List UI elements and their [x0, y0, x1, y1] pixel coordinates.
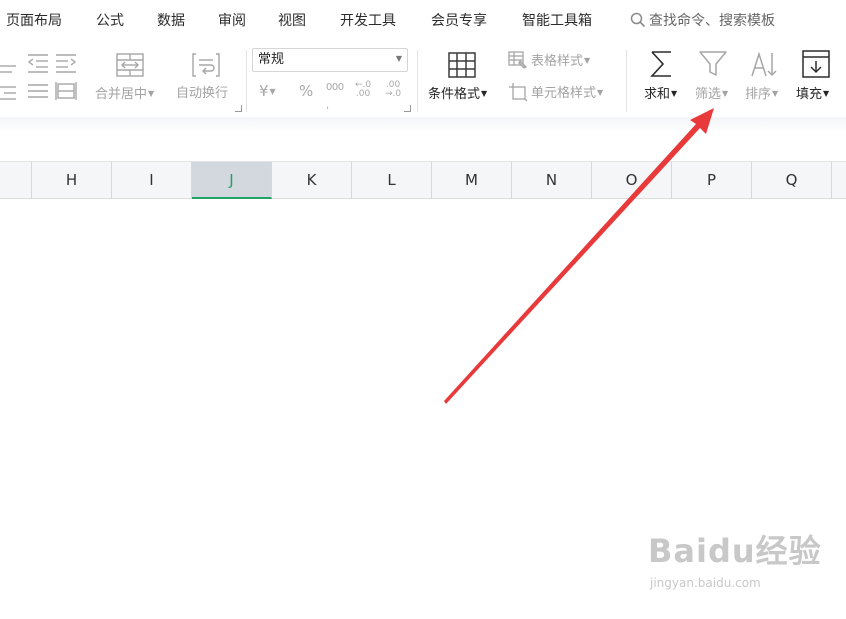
chevron-down-icon: ▼: [395, 54, 402, 63]
menu-formulas[interactable]: 公式: [96, 11, 124, 31]
merge-center-button[interactable]: 合并居中▼: [95, 85, 154, 104]
menu-member[interactable]: 会员专享: [431, 11, 487, 31]
ribbon-shadow: [0, 117, 846, 133]
column-header-partial[interactable]: [832, 162, 846, 199]
menu-view[interactable]: 视图: [278, 11, 306, 31]
column-header-k[interactable]: K: [272, 162, 352, 199]
conditional-format-icon[interactable]: [447, 51, 477, 79]
cell-style-button[interactable]: 单元格样式▼: [531, 84, 603, 103]
filter-label: 筛选: [695, 87, 722, 102]
decrease-decimal-button[interactable]: .00 →.0: [385, 81, 401, 99]
column-header-partial[interactable]: [0, 162, 32, 199]
increase-decimal-bottom: .00: [355, 89, 371, 99]
menu-developer[interactable]: 开发工具: [340, 11, 396, 31]
column-header-bar: H I J K L M N O P Q: [0, 161, 846, 199]
menu-smart-tools[interactable]: 智能工具箱: [522, 11, 592, 31]
percent-format-button[interactable]: %: [299, 82, 313, 100]
filter-icon[interactable]: [698, 50, 728, 78]
sort-label: 排序: [745, 87, 772, 102]
menu-review[interactable]: 审阅: [218, 11, 246, 31]
ribbon-separator: [417, 50, 418, 112]
formula-bar-area: [0, 133, 846, 161]
wrap-text-icon[interactable]: [191, 52, 221, 78]
chevron-down-icon: ▼: [823, 89, 830, 98]
sort-icon[interactable]: [750, 50, 780, 78]
chevron-down-icon: ▼: [584, 56, 591, 65]
currency-symbol: ¥: [259, 82, 269, 100]
chevron-down-icon: ▼: [481, 89, 488, 98]
chevron-down-icon: ▼: [269, 87, 276, 96]
alignment-icons: [0, 54, 77, 100]
sum-label: 求和: [644, 87, 671, 102]
chevron-down-icon: ▼: [772, 89, 779, 98]
currency-format-button[interactable]: ¥▼: [259, 82, 276, 101]
watermark-main: Baidu经验: [648, 532, 822, 570]
sum-button[interactable]: 求和▼: [644, 85, 677, 104]
merge-center-icon[interactable]: [115, 52, 145, 78]
watermark-sub: jingyan.baidu.com: [650, 576, 761, 590]
table-style-button[interactable]: 表格样式▼: [531, 52, 590, 71]
fill-icon[interactable]: [801, 49, 831, 79]
menu-data[interactable]: 数据: [157, 11, 185, 31]
baidu-watermark: Baidu经验 jingyan.baidu.com: [648, 527, 828, 597]
chevron-down-icon: ▼: [148, 89, 155, 98]
search-placeholder: 查找命令、搜索模板: [649, 13, 775, 29]
column-header-j[interactable]: J: [192, 162, 272, 199]
column-header-q[interactable]: Q: [752, 162, 832, 199]
menu-page-layout[interactable]: 页面布局: [6, 11, 62, 31]
chevron-down-icon: ▼: [597, 88, 604, 97]
thousands-symbol: 000: [326, 82, 344, 93]
column-header-i[interactable]: I: [112, 162, 192, 199]
number-format-select[interactable]: 常规 ▼: [252, 48, 408, 72]
cell-style-label: 单元格样式: [531, 86, 597, 101]
cell-style-icon[interactable]: [508, 82, 528, 102]
ribbon-separator: [246, 50, 247, 112]
conditional-format-button[interactable]: 条件格式▼: [428, 85, 487, 104]
column-header-l[interactable]: L: [352, 162, 432, 199]
merge-center-label: 合并居中: [95, 87, 148, 102]
table-style-icon[interactable]: [508, 51, 528, 69]
filter-button[interactable]: 筛选▼: [695, 85, 728, 104]
alignment-dialog-launcher[interactable]: [235, 105, 242, 112]
fill-label: 填充: [796, 87, 823, 102]
table-style-label: 表格样式: [531, 54, 584, 69]
comma-glyph: ,: [326, 100, 329, 111]
number-format-value: 常规: [258, 52, 285, 67]
wrap-text-label[interactable]: 自动换行: [176, 85, 228, 103]
chevron-down-icon: ▼: [722, 89, 729, 98]
conditional-format-label: 条件格式: [428, 87, 481, 102]
sum-icon[interactable]: [649, 50, 675, 78]
ribbon-separator: [626, 50, 627, 112]
increase-decimal-button[interactable]: ←.0.00: [355, 81, 371, 99]
menu-bar: 页面布局 公式 数据 审阅 视图 开发工具 会员专享 智能工具箱 查找命令、搜索…: [0, 0, 846, 42]
column-header-h[interactable]: H: [32, 162, 112, 199]
column-header-m[interactable]: M: [432, 162, 512, 199]
thousands-separator-button[interactable]: 000,: [326, 79, 344, 115]
column-header-o[interactable]: O: [592, 162, 672, 199]
column-header-p[interactable]: P: [672, 162, 752, 199]
sort-button[interactable]: 排序▼: [745, 85, 778, 104]
chevron-down-icon: ▼: [671, 89, 678, 98]
column-header-n[interactable]: N: [512, 162, 592, 199]
fill-button[interactable]: 填充▼: [796, 85, 829, 104]
decrease-decimal-bottom: .0: [392, 89, 402, 99]
number-dialog-launcher[interactable]: [404, 105, 411, 112]
command-search[interactable]: 查找命令、搜索模板: [630, 11, 775, 31]
search-icon: [630, 12, 646, 28]
